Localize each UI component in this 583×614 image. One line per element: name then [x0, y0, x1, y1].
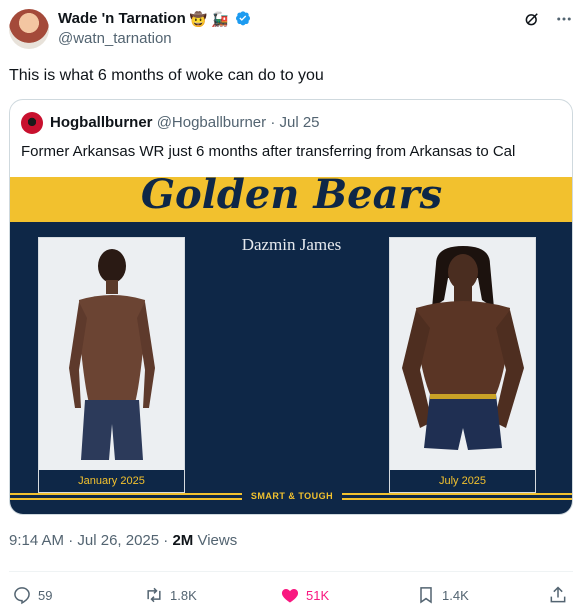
reply-icon	[14, 587, 30, 605]
after-figure	[402, 246, 524, 450]
verified-icon	[235, 11, 250, 26]
quote-author-line: Hogballburner @Hogballburner · Jul 25	[50, 114, 320, 131]
bookmark-button[interactable]: 1.4K	[416, 585, 469, 605]
cowboy-emoji: 🤠	[189, 11, 208, 27]
tweet-meta: 9:14 AM · Jul 26, 2025 · 2M Views	[9, 532, 237, 549]
repost-count: 1.8K	[170, 587, 197, 603]
quote-separator: ·	[270, 114, 276, 131]
quote-text: Former Arkansas WR just 6 months after t…	[21, 143, 516, 160]
views-label: Views	[197, 532, 238, 549]
quote-author-avatar[interactable]	[21, 112, 43, 134]
like-count: 51K	[306, 587, 330, 603]
tweet-text: This is what 6 months of woke can do to …	[9, 67, 324, 84]
bookmark-count: 1.4K	[442, 587, 469, 603]
quote-date[interactable]: Jul 25	[279, 114, 319, 131]
reply-count: 59	[38, 587, 53, 603]
share-icon	[550, 586, 566, 603]
tweet-date[interactable]: Jul 26, 2025	[77, 532, 159, 549]
views-count: 2M	[172, 532, 194, 549]
quote-photo[interactable]: Golden Bears Dazmin James January 2025 J…	[10, 177, 572, 514]
action-bar: 59 1.8K 51K 1.4K	[12, 585, 572, 607]
before-figure	[69, 249, 155, 460]
before-photo: January 2025	[38, 237, 185, 493]
share-button[interactable]	[548, 585, 568, 605]
meta-separator-2: ·	[163, 532, 169, 549]
tweet-time[interactable]: 9:14 AM	[9, 532, 64, 549]
quoted-tweet[interactable]: Hogballburner @Hogballburner · Jul 25 Fo…	[9, 99, 573, 515]
bookmark-icon	[420, 587, 432, 604]
author-name[interactable]: Wade 'n Tarnation 🤠 🚂	[58, 10, 251, 28]
heart-icon	[281, 589, 299, 603]
more-icon[interactable]	[555, 10, 573, 28]
banner-title: Golden Bears	[140, 177, 443, 218]
motto: SMART & TOUGH	[250, 491, 334, 501]
footer-stripe: SMART & TOUGH	[10, 489, 572, 505]
after-photo: July 2025	[389, 237, 536, 493]
divider	[9, 571, 573, 572]
grok-icon[interactable]	[523, 10, 541, 28]
top-actions	[523, 10, 573, 28]
quote-author-name[interactable]: Hogballburner	[50, 114, 153, 131]
author-handle[interactable]: @watn_tarnation	[58, 30, 172, 47]
author-avatar[interactable]	[9, 9, 49, 49]
train-emoji: 🚂	[211, 11, 229, 27]
banner: Golden Bears	[10, 177, 572, 222]
repost-button[interactable]: 1.8K	[144, 585, 197, 605]
meta-separator: ·	[68, 532, 74, 549]
like-button[interactable]: 51K	[280, 585, 329, 605]
author-display-name[interactable]: Wade 'n Tarnation	[58, 10, 186, 27]
reply-button[interactable]: 59	[12, 585, 52, 605]
quote-author-handle[interactable]: @Hogballburner	[157, 114, 266, 131]
repost-icon	[147, 587, 161, 603]
